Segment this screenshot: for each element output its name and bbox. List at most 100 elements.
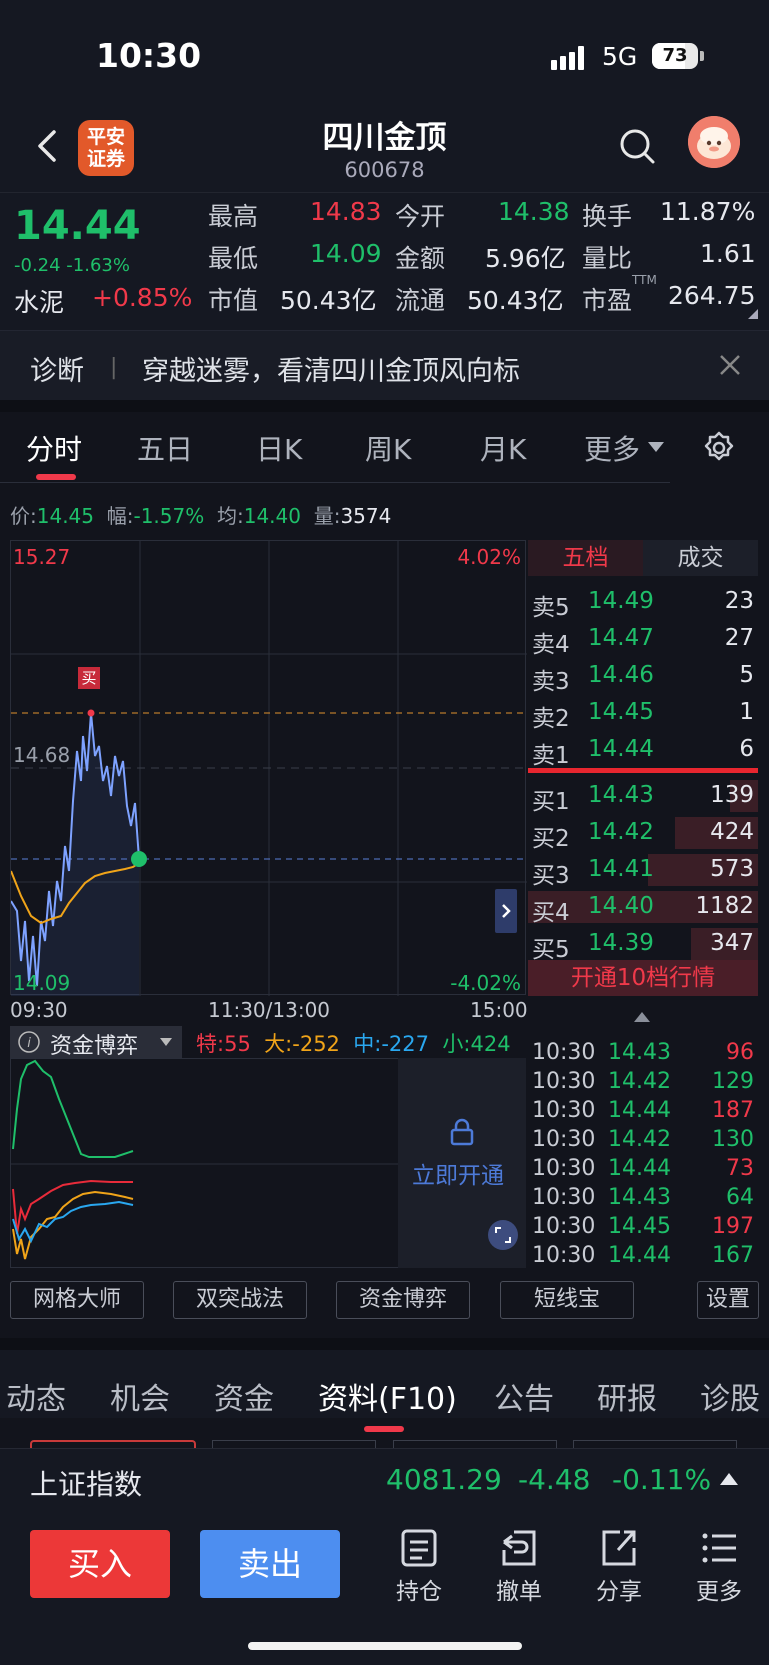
bid-qty: 424 (710, 819, 754, 845)
holdings-icon (401, 1529, 437, 1567)
pe-value: 264.75 (668, 281, 756, 310)
ten-level-button[interactable]: 开通10档行情 (528, 960, 758, 996)
tab-five-day[interactable]: 五日 (137, 428, 193, 468)
subtab-4[interactable] (573, 1440, 737, 1448)
expand-up-icon[interactable] (720, 1473, 738, 1485)
tab-research[interactable]: 研报 (597, 1374, 657, 1418)
tab-daily-k[interactable]: 日K (256, 428, 302, 468)
share-button[interactable]: 分享 (579, 1528, 659, 1606)
low-value: 14.09 (310, 239, 382, 268)
tab-intraday[interactable]: 分时 (26, 428, 82, 468)
bid-row[interactable]: 买2 14.42 424 (528, 815, 758, 852)
short-line-button[interactable]: 短线宝 (500, 1281, 634, 1319)
high-label: 最高 (208, 202, 259, 231)
expand-chart-button[interactable] (495, 889, 517, 933)
intraday-chart[interactable]: 15.27 14.68 14.09 4.02% -4.02% 买 (10, 540, 527, 996)
tab-opportunity[interactable]: 机会 (110, 1374, 170, 1418)
double-breakout-button[interactable]: 双突战法 (173, 1281, 307, 1319)
tab-f10[interactable]: 资料(F10) (318, 1374, 457, 1418)
bid-row[interactable]: 买5 14.39 347 (528, 926, 758, 963)
close-icon[interactable] (718, 353, 742, 377)
sector-change[interactable]: +0.85% (92, 283, 192, 312)
fullscreen-button[interactable] (488, 1220, 518, 1250)
amount-value: 5.96亿 (485, 244, 566, 273)
trade-row: 10:30 14.45 197 (528, 1214, 758, 1242)
chevron-up-icon[interactable] (634, 1012, 650, 1022)
ask-row[interactable]: 卖3 14.46 5 (528, 658, 758, 695)
ask-price: 14.44 (588, 736, 654, 762)
dropdown-icon (160, 1038, 172, 1046)
capital-flow-header: i 资金博弈 特:55 大:-252 中:-227 小:424 (10, 1026, 526, 1059)
more-button[interactable]: 更多 (679, 1528, 759, 1606)
grid-master-button[interactable]: 网格大师 (10, 1281, 144, 1319)
search-icon[interactable] (617, 126, 657, 166)
chevron-down-icon (648, 442, 664, 452)
ask-level: 卖2 (532, 706, 570, 732)
diagnosis-banner[interactable]: 诊断 | 穿越迷雾，看清四川金顶风向标 (0, 330, 769, 400)
network-label: 5G (602, 42, 638, 71)
tab-monthly-k[interactable]: 月K (480, 428, 526, 468)
bid-price: 14.42 (588, 819, 654, 845)
tab-trades[interactable]: 成交 (643, 540, 758, 576)
ask-price: 14.45 (588, 699, 654, 725)
tab-news[interactable]: 动态 (6, 1374, 66, 1418)
buy-marker[interactable]: 买 (78, 667, 100, 689)
tab-five-level[interactable]: 五档 (528, 540, 643, 576)
trade-price: 14.43 (608, 1185, 671, 1210)
trade-price: 14.42 (608, 1069, 671, 1094)
holdings-button[interactable]: 持仓 (379, 1528, 459, 1606)
home-indicator[interactable] (248, 1642, 522, 1650)
ask-row[interactable]: 卖1 14.44 6 (528, 732, 758, 769)
bid-qty: 573 (710, 856, 754, 882)
crosshair-info: 价:14.45 幅:-1.57% 均:14.40 量:3574 (10, 500, 391, 529)
unlock-label[interactable]: 立即开通 (412, 1156, 504, 1190)
ask-qty: 23 (724, 588, 754, 614)
info-icon[interactable]: i (18, 1031, 40, 1053)
trade-row: 10:30 14.44 187 (528, 1098, 758, 1126)
info-amp-label: 幅: (106, 504, 134, 528)
subtab-active[interactable] (30, 1440, 196, 1448)
bid-qty: 139 (710, 782, 754, 808)
ask-row[interactable]: 卖4 14.47 27 (528, 621, 758, 658)
sector-name[interactable]: 水泥 (14, 283, 64, 319)
tab-capital[interactable]: 资金 (214, 1374, 274, 1418)
volume-ratio-value: 1.61 (700, 239, 756, 268)
battery-icon: 73 (652, 43, 698, 69)
trade-row: 10:30 14.43 64 (528, 1185, 758, 1213)
ask-row[interactable]: 卖2 14.45 1 (528, 695, 758, 732)
bid-qty: 1182 (695, 893, 754, 919)
bid-ask-divider (528, 768, 758, 773)
ask-row[interactable]: 卖5 14.49 23 (528, 584, 758, 621)
tab-more[interactable]: 更多 (584, 428, 640, 468)
buy-button[interactable]: 买入 (30, 1530, 170, 1598)
tab-weekly-k[interactable]: 周K (365, 428, 411, 468)
tools-settings-button[interactable]: 设置 (697, 1281, 759, 1319)
capital-game-button[interactable]: 资金博弈 (336, 1281, 470, 1319)
sell-button[interactable]: 卖出 (200, 1530, 340, 1598)
share-label: 分享 (596, 1579, 642, 1605)
subtab-3[interactable] (393, 1440, 557, 1448)
bid-row[interactable]: 买1 14.43 139 (528, 778, 758, 815)
trade-row: 10:30 14.44 73 (528, 1156, 758, 1184)
flow-title: 资金博弈 (50, 1034, 139, 1059)
trade-time: 10:30 (532, 1040, 596, 1065)
bid-row[interactable]: 买3 14.41 573 (528, 852, 758, 889)
signal-icon (551, 44, 591, 70)
status-bar: 10:30 5G 73 (0, 0, 769, 110)
low-label: 最低 (208, 244, 259, 273)
unlock-panel[interactable]: 立即开通 (398, 1058, 526, 1268)
trade-row: 10:30 14.42 130 (528, 1127, 758, 1155)
avatar[interactable] (688, 116, 740, 168)
bid-level: 买3 (532, 863, 570, 889)
tab-diagnosis[interactable]: 诊股 (700, 1374, 760, 1418)
bid-row[interactable]: 买4 14.40 1182 (528, 889, 758, 926)
cancel-order-button[interactable]: 撤单 (479, 1528, 559, 1606)
bid-price: 14.41 (588, 856, 654, 882)
more-label: 更多 (696, 1579, 742, 1605)
y-low-label: 14.09 (13, 971, 71, 995)
subtab-2[interactable] (212, 1440, 376, 1448)
gear-icon[interactable] (701, 430, 737, 466)
tab-announcement[interactable]: 公告 (494, 1374, 554, 1418)
index-ticker[interactable]: 上证指数 4081.29 -4.48 -0.11% (0, 1448, 769, 1512)
battery-level: 73 (662, 45, 688, 66)
